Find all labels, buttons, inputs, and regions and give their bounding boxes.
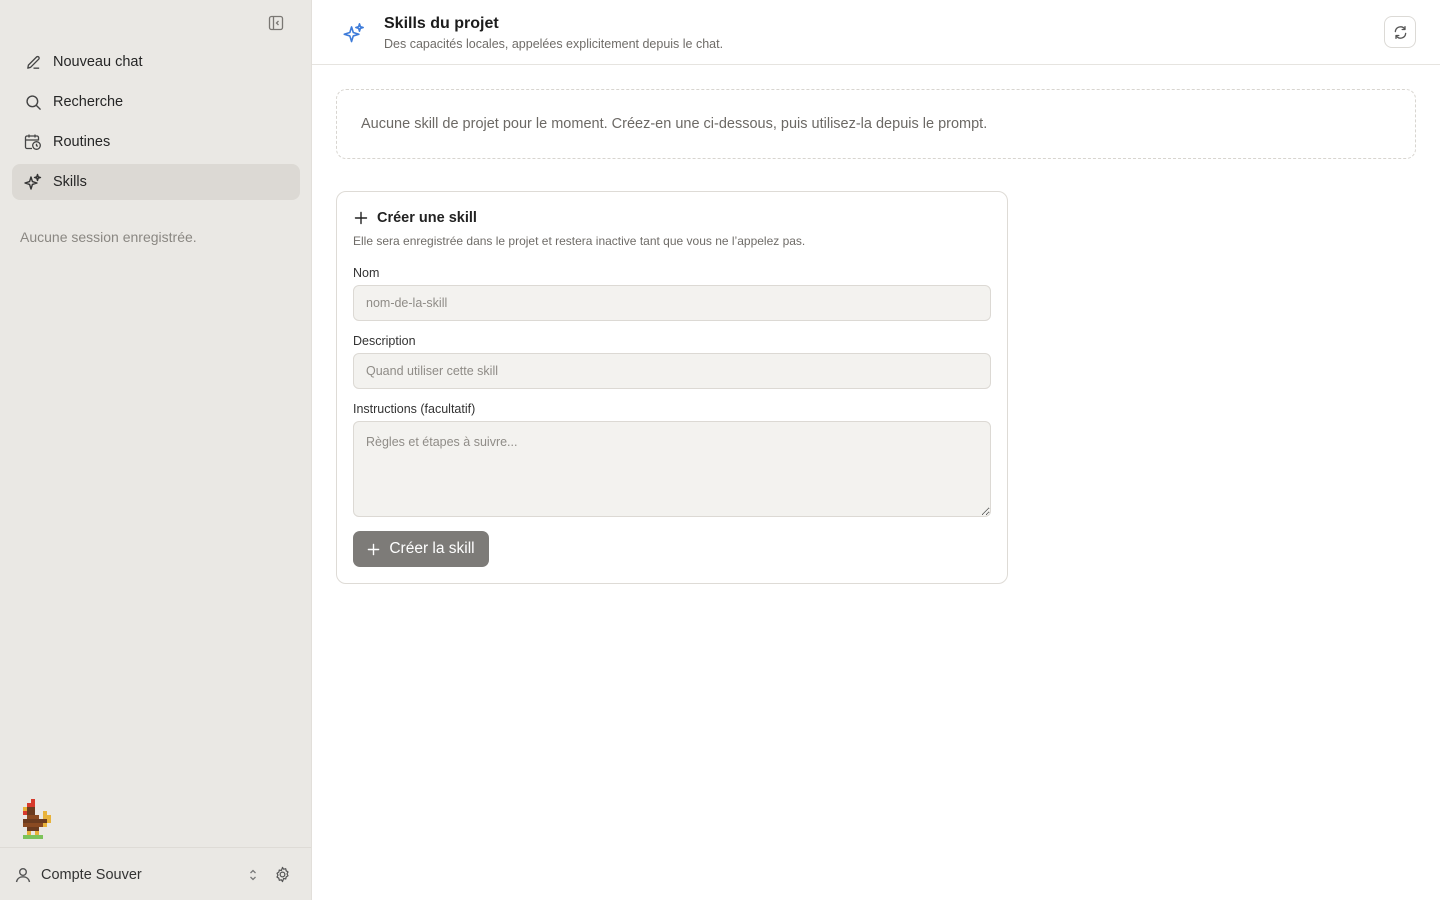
sidebar: Nouveau chat Recherche Routines Skills A… bbox=[0, 0, 312, 900]
sidebar-item-label: Nouveau chat bbox=[53, 54, 143, 70]
sparkles-icon bbox=[343, 22, 365, 44]
name-label: Nom bbox=[353, 266, 380, 280]
plus-icon bbox=[367, 543, 380, 556]
rooster-mascot-icon bbox=[19, 799, 55, 839]
instructions-label: Instructions (facultatif) bbox=[353, 402, 476, 416]
description-input[interactable] bbox=[353, 353, 991, 389]
sparkles-icon bbox=[24, 173, 42, 191]
sidebar-item-routines[interactable]: Routines bbox=[12, 124, 300, 160]
account-switcher[interactable]: Compte Souver bbox=[14, 862, 260, 888]
account-label: Compte Souver bbox=[41, 867, 142, 883]
sidebar-item-label: Recherche bbox=[53, 94, 124, 110]
sidebar-item-recherche[interactable]: Recherche bbox=[12, 84, 300, 120]
create-skill-button[interactable]: Créer la skill bbox=[353, 531, 489, 567]
calendar-clock-icon bbox=[24, 133, 42, 151]
empty-state-message: Aucune skill de projet pour le moment. C… bbox=[361, 116, 988, 132]
create-skill-button-label: Créer la skill bbox=[389, 540, 475, 557]
description-label: Description bbox=[353, 334, 416, 348]
sidebar-item-skills[interactable]: Skills bbox=[12, 164, 300, 200]
instructions-textarea[interactable] bbox=[353, 421, 991, 517]
refresh-button[interactable] bbox=[1384, 16, 1416, 48]
name-input[interactable] bbox=[353, 285, 991, 321]
user-icon bbox=[14, 865, 34, 885]
chevron-up-down-icon bbox=[246, 868, 260, 882]
main-content: Skills du projet Des capacités locales, … bbox=[312, 0, 1440, 900]
card-title: Créer une skill bbox=[377, 210, 477, 226]
sidebar-toggle-icon[interactable] bbox=[266, 13, 286, 33]
card-subtitle: Elle sera enregistrée dans le projet et … bbox=[353, 234, 806, 248]
sidebar-item-nouveau-chat[interactable]: Nouveau chat bbox=[12, 44, 300, 80]
empty-sessions-text: Aucune session enregistrée. bbox=[20, 229, 197, 245]
create-skill-card: Créer une skill Elle sera enregistrée da… bbox=[336, 191, 1008, 584]
sidebar-footer: Compte Souver bbox=[0, 847, 311, 900]
page-title: Skills du projet bbox=[384, 15, 499, 32]
page-header: Skills du projet Des capacités locales, … bbox=[312, 0, 1440, 65]
gear-icon[interactable] bbox=[272, 864, 292, 884]
sidebar-item-label: Skills bbox=[53, 174, 87, 190]
refresh-icon bbox=[1393, 25, 1408, 40]
sidebar-nav: Nouveau chat Recherche Routines Skills bbox=[12, 44, 300, 204]
page-subtitle: Des capacités locales, appelées explicit… bbox=[384, 37, 724, 51]
pencil-icon bbox=[24, 53, 42, 71]
sidebar-item-label: Routines bbox=[53, 134, 111, 150]
empty-state: Aucune skill de projet pour le moment. C… bbox=[336, 89, 1416, 159]
plus-icon bbox=[354, 211, 368, 225]
search-icon bbox=[24, 93, 42, 111]
